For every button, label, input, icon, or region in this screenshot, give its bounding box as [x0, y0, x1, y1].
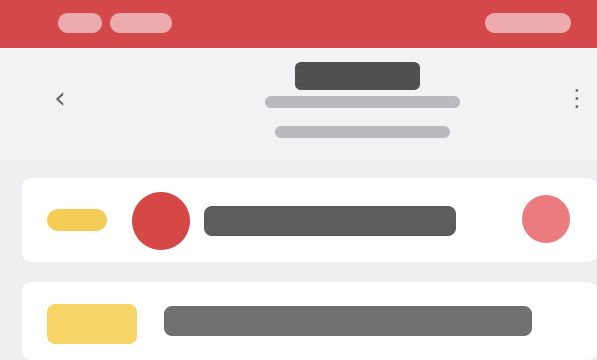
- status-left: [58, 13, 180, 33]
- message-card-1[interactable]: [22, 178, 597, 262]
- status-right: [485, 13, 579, 33]
- avatar[interactable]: [132, 192, 190, 250]
- header: ‹ ⋮: [0, 48, 597, 160]
- status-badge[interactable]: [47, 209, 107, 231]
- subtitle-2-blob: [275, 126, 450, 138]
- message-card-2[interactable]: [22, 282, 597, 360]
- status-left-blob-2: [110, 13, 172, 33]
- subtitle-1-blob: [265, 96, 460, 108]
- back-icon[interactable]: ‹: [40, 78, 80, 118]
- avatar-secondary[interactable]: [522, 195, 570, 243]
- status-left-blob-1: [58, 13, 102, 33]
- share-icon[interactable]: ⋮: [557, 78, 597, 118]
- title-blob: [295, 62, 420, 90]
- status-bar: [0, 0, 597, 48]
- message-line-blob-2: [164, 306, 532, 336]
- message-line-blob-1: [204, 206, 456, 236]
- status-right-blob: [485, 13, 571, 33]
- status-badge-2[interactable]: [47, 304, 137, 344]
